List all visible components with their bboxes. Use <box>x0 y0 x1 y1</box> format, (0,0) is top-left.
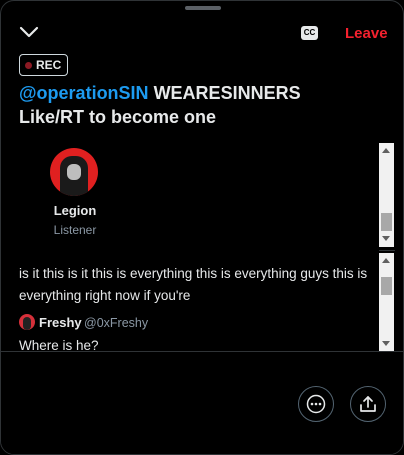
recording-label: REC <box>36 58 62 72</box>
avatar[interactable] <box>50 148 98 196</box>
scroll-down-arrow-icon[interactable] <box>382 236 390 241</box>
controls-bar <box>1 351 403 454</box>
space-title: @operationSIN WEARESINNERS Like/RT to be… <box>19 81 389 129</box>
drag-handle[interactable] <box>185 6 221 10</box>
title-text: WEARESINNERS <box>148 83 301 103</box>
scroll-up-arrow-icon[interactable] <box>382 258 390 263</box>
record-dot-icon <box>25 61 32 69</box>
share-button[interactable] <box>350 386 386 422</box>
leave-button[interactable]: Leave <box>345 25 388 42</box>
more-button[interactable] <box>298 386 334 422</box>
participants-scrollbar[interactable] <box>379 143 394 247</box>
caption-fade <box>1 245 379 253</box>
scroll-down-arrow-icon[interactable] <box>382 341 390 346</box>
title-text-line2: Like/RT to become one <box>19 107 217 127</box>
more-icon <box>306 394 326 414</box>
chevron-down-icon[interactable] <box>19 25 39 39</box>
space-panel: CC Leave REC @operationSIN WEARESINNERS … <box>0 0 404 455</box>
participant-name: Legion <box>53 203 97 218</box>
captions-scrollbar[interactable] <box>379 253 394 351</box>
captions-button[interactable]: CC <box>301 26 318 40</box>
comment-handle: @0xFreshy <box>84 316 149 330</box>
scroll-up-arrow-icon[interactable] <box>382 148 390 153</box>
avatar[interactable] <box>19 314 35 330</box>
live-caption: is it this is it this is everything this… <box>19 266 368 303</box>
scroll-thumb[interactable] <box>381 277 392 295</box>
share-icon <box>360 396 376 412</box>
title-mention-link[interactable]: @operationSIN <box>19 83 149 103</box>
recording-badge: REC <box>19 54 69 76</box>
comment-author: Freshy <box>39 315 82 330</box>
participant-role: Listener <box>53 223 97 237</box>
scroll-thumb[interactable] <box>381 213 392 231</box>
